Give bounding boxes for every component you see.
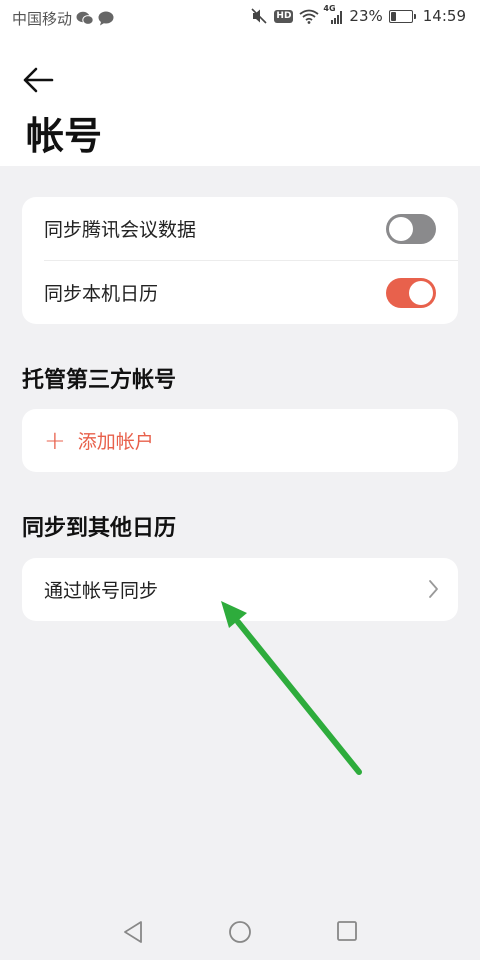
- system-nav-bar: [0, 900, 480, 960]
- nav-recents-icon[interactable]: [336, 920, 358, 942]
- status-right: HD 4G 23% 14:59: [251, 4, 466, 25]
- add-account-label: 添加帐户: [77, 431, 154, 453]
- mute-icon: [251, 8, 268, 24]
- sync-tencent-meeting-row[interactable]: 同步腾讯会议数据: [22, 197, 458, 260]
- battery-fill: [390, 11, 396, 21]
- page-title: 帐号: [26, 114, 103, 158]
- status-bar: 中国移动 HD 4G 23% 14:59: [0, 0, 480, 34]
- back-arrow-icon: [23, 67, 54, 93]
- sync-via-account-label: 通过帐号同步: [44, 580, 159, 602]
- nav-back-icon[interactable]: [122, 920, 144, 944]
- network-type-label: 4G: [323, 3, 336, 13]
- third-party-section-title: 托管第三方帐号: [22, 368, 177, 393]
- add-account-button[interactable]: + 添加帐户: [22, 409, 458, 472]
- clock: 14:59: [422, 7, 466, 25]
- sync-settings-card: 同步腾讯会议数据 同步本机日历: [22, 197, 458, 324]
- back-button[interactable]: [18, 60, 58, 100]
- cellular-signal-icon: 4G: [323, 4, 343, 24]
- wifi-icon: [299, 9, 319, 24]
- hd-badge: HD: [274, 9, 294, 23]
- chevron-right-icon: [429, 580, 438, 598]
- other-calendars-card: 通过帐号同步: [22, 558, 458, 621]
- sync-local-calendar-row[interactable]: 同步本机日历: [22, 261, 458, 324]
- carrier-name: 中国移动: [12, 10, 73, 28]
- battery-percent: 23%: [349, 7, 383, 25]
- sync-tencent-meeting-toggle[interactable]: [386, 213, 436, 244]
- battery-icon: [388, 9, 416, 23]
- status-left: 中国移动: [12, 8, 114, 29]
- sync-tencent-meeting-label: 同步腾讯会议数据: [44, 219, 197, 241]
- plus-icon: +: [44, 425, 66, 456]
- nav-home-icon[interactable]: [228, 920, 252, 944]
- toggle-knob: [409, 280, 433, 305]
- sync-local-calendar-toggle[interactable]: [386, 277, 436, 308]
- sync-via-account-row[interactable]: 通过帐号同步: [22, 558, 458, 621]
- third-party-card: + 添加帐户: [22, 409, 458, 472]
- other-calendars-section-title: 同步到其他日历: [22, 516, 177, 541]
- sync-local-calendar-label: 同步本机日历: [44, 283, 159, 305]
- wechat-icon: [76, 11, 94, 26]
- message-icon: [98, 11, 114, 26]
- toggle-knob: [389, 216, 413, 241]
